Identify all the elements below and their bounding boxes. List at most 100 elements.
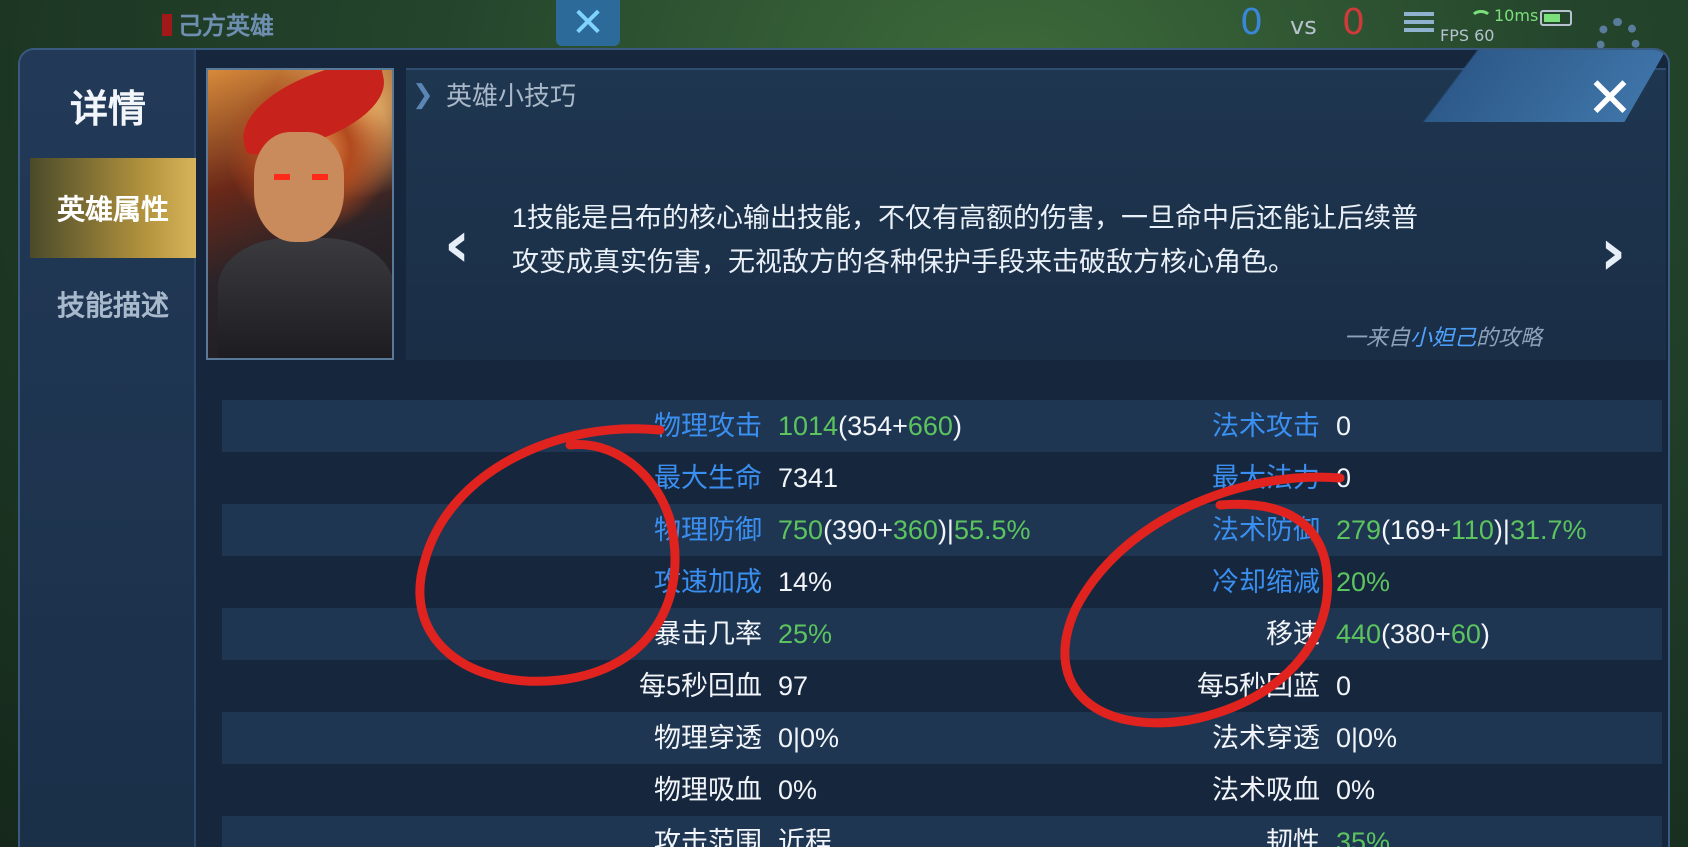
stat-label: 法术穿透 [1212,723,1320,753]
stat-value: 279(169+110)|31.7% [1336,512,1587,548]
stat-value-part: 0|0% [1336,723,1398,753]
menu-icon[interactable] [1404,8,1434,36]
stat-label: 暴击几率 [654,619,762,649]
close-icon: ✕ [1586,65,1634,131]
stat-label: 物理穿透 [654,723,762,753]
stat-row: 物理攻击 1014(354+660) 法术攻击 0 [222,400,1662,452]
stat-row: 每5秒回血 97 每5秒回蓝 0 [222,660,1662,712]
stat-value-part: 0|0% [778,723,840,753]
stat-value: 750(390+360)|55.5% [778,512,1031,548]
score-blue: 0 [1240,2,1263,43]
stat-value: 14% [778,564,832,600]
stat-value-part: (380+ [1381,619,1451,649]
tip-source-author[interactable]: 小妲己 [1410,326,1476,351]
stat-value: 97 [778,668,808,704]
stat-row: 物理吸血 0% 法术吸血 0% [222,764,1662,816]
tab-hero-attributes[interactable]: 英雄属性 [30,158,196,258]
content-area: ❯ 英雄小技巧 ✕ ‹ 1技能是吕布的核心输出技能，不仅有高额的伤害，一旦命中后… [206,50,1666,847]
stat-value-part: 25% [778,619,833,649]
stat-value-part: 55.5% [953,515,1031,545]
close-icon: ✕ [571,0,605,46]
tip-text: 1技能是吕布的核心输出技能，不仅有高额的伤害，一旦命中后还能让后续普攻变成真实伤… [512,203,1419,277]
team-marker [162,14,172,36]
stat-value-part: (169+ [1381,515,1451,545]
stat-row: 攻速加成 14% 冷却缩减 20% [222,556,1662,608]
stat-value: 0|0% [1336,720,1397,756]
stat-label: 攻速加成 [654,567,762,597]
stat-value-part: 97 [778,671,809,701]
hud-close-button[interactable]: ✕ [556,0,620,46]
stat-value: 0 [1336,408,1351,444]
stat-label: 韧性 [1266,827,1320,847]
stat-value-part: )| [937,515,954,545]
ping-readout: 10ms [1494,6,1539,25]
stat-value-part: (390+ [823,515,893,545]
team-label: 己方英雄 [178,12,274,40]
stat-value-part: 60 [1450,619,1481,649]
tip-source-prefix: 一来自 [1343,326,1410,351]
next-tip-button[interactable]: › [1588,216,1638,290]
stat-label: 每5秒回蓝 [1196,671,1320,701]
score-vs: vs [1290,12,1317,40]
stat-value: 0|0% [778,720,839,756]
stat-value-part: )| [1493,515,1510,545]
hero-detail-panel: 详情 英雄属性 技能描述 ❯ 英雄小技巧 ✕ ‹ 1技能是吕布的核心输出技能，不… [18,48,1670,847]
stat-value-part: ) [952,411,962,441]
hero-portrait [206,68,394,360]
chevron-left-icon: ‹ [443,208,471,282]
stat-value-part: ) [1480,619,1490,649]
stat-value-part: 440 [1336,619,1382,649]
close-button[interactable]: ✕ [1574,62,1646,134]
chevron-right-icon: › [1599,216,1627,290]
stat-label: 物理吸血 [654,775,762,805]
stat-value-part: 279 [1336,515,1382,545]
stat-value: 近程 [778,824,832,847]
side-nav: 详情 英雄属性 技能描述 [20,50,196,847]
stat-value: 440(380+60) [1336,616,1490,652]
tip-title: 英雄小技巧 [446,81,577,111]
hero-tip-box: ❯ 英雄小技巧 ✕ ‹ 1技能是吕布的核心输出技能，不仅有高额的伤害，一旦命中后… [406,50,1666,360]
stat-value-part: (354+ [838,411,908,441]
stat-label: 冷却缩减 [1212,567,1320,597]
stat-value-part: 1014 [778,411,839,441]
stat-label: 最大生命 [654,463,762,493]
prev-tip-button[interactable]: ‹ [432,208,482,282]
stat-value-part: 31.7% [1509,515,1587,545]
fps-readout: FPS 60 [1440,26,1495,45]
stat-label: 物理防御 [654,515,762,545]
stat-value-part: 110 [1450,515,1494,545]
battery-icon [1540,10,1572,26]
stat-value: 20% [1336,564,1390,600]
stat-value: 1014(354+660) [778,408,962,444]
tab-skill-description[interactable]: 技能描述 [30,254,196,354]
stat-value: 7341 [778,460,838,496]
stat-value-part: 7341 [778,463,839,493]
stat-label: 攻击范围 [654,827,762,847]
stat-value-part: 0 [1336,411,1352,441]
stat-value-part: 35% [1336,827,1391,847]
stat-value-part: 660 [907,411,953,441]
tip-source: 一来自小妲己的攻略 [1344,320,1542,352]
nav-title: 详情 [69,87,146,131]
stat-value-part: 0 [1336,463,1352,493]
stat-row: 攻击范围 近程 韧性 35% [222,816,1662,847]
stat-value: 0% [1336,772,1375,808]
stat-value-part: 0 [1336,671,1352,701]
stat-row: 物理穿透 0|0% 法术穿透 0|0% [222,712,1662,764]
stat-value-part: 750 [778,515,824,545]
stat-value-part: 360 [892,515,938,545]
stat-value-part: 20% [1336,567,1391,597]
stat-value: 0 [1336,668,1351,704]
stat-label: 移速 [1266,619,1320,649]
score-red: 0 [1342,2,1365,43]
chevron-right-icon: ❯ [412,80,434,110]
stat-row: 最大生命 7341 最大法力 0 [222,452,1662,504]
stat-label: 最大法力 [1212,463,1320,493]
stat-label: 物理攻击 [654,411,762,441]
top-hud: 己方英雄 ✕ 0 vs 0 10ms FPS 60 [0,0,1688,62]
stat-value: 25% [778,616,832,652]
stat-value-part: 0% [778,775,818,805]
stat-label: 法术攻击 [1212,411,1320,441]
stat-value: 0% [778,772,817,808]
attribute-table: 物理攻击 1014(354+660) 法术攻击 0 最大生命 7341 最大法力 0 物理防御 7… [222,400,1662,847]
